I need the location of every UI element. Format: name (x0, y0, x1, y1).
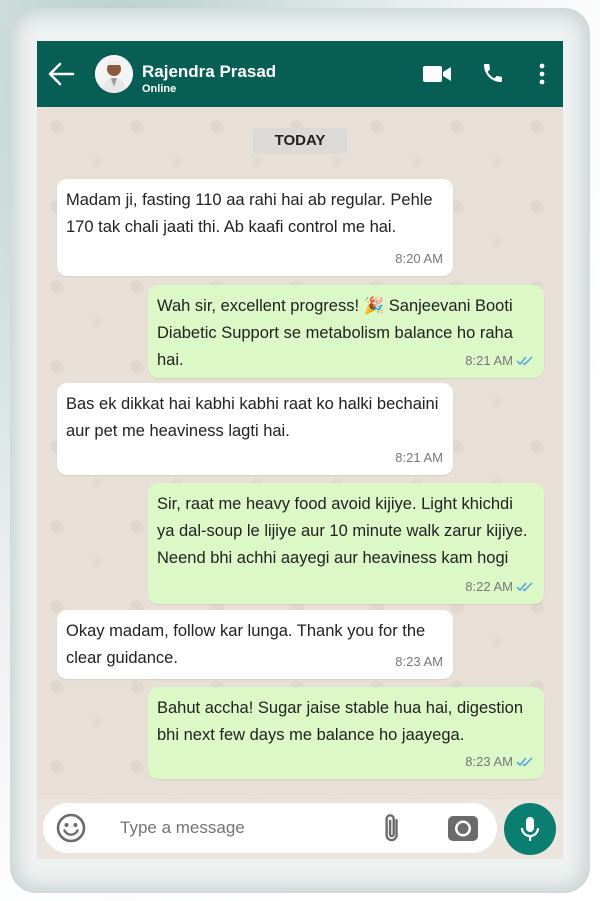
message-outgoing[interactable]: Sir, raat me heavy food avoid kijiye. Li… (148, 483, 544, 604)
message-text: Bas ek dikkat hai kabhi kabhi raat ko ha… (66, 395, 439, 440)
double-check-icon (516, 356, 533, 366)
message-time: 8:23 AM (465, 754, 513, 769)
message-outgoing[interactable]: Wah sir, excellent progress! 🎉 Sanjeevan… (148, 285, 544, 378)
message-incoming[interactable]: Okay madam, follow kar lunga. Thank you … (57, 610, 453, 679)
chat-window: Rajendra Prasad Online TODAY Madam ji, f… (37, 41, 563, 859)
message-text: Madam ji, fasting 110 aa rahi hai ab reg… (66, 191, 433, 236)
message-time: 8:22 AM (465, 579, 513, 594)
double-check-icon (516, 582, 533, 592)
avatar[interactable] (95, 55, 133, 93)
contact-status: Online (142, 83, 177, 95)
chat-header: Rajendra Prasad Online (37, 41, 563, 107)
paperclip-icon[interactable] (376, 811, 410, 845)
more-vertical-icon[interactable] (537, 62, 547, 86)
microphone-button[interactable] (504, 803, 556, 855)
microphone-icon (520, 817, 540, 841)
contact-name[interactable]: Rajendra Prasad (142, 62, 276, 82)
message-time: 8:21 AM (395, 450, 443, 465)
message-text: Bahut accha! Sugar jaise stable hua hai,… (157, 699, 523, 744)
message-time: 8:20 AM (395, 251, 443, 266)
message-outgoing[interactable]: Bahut accha! Sugar jaise stable hua hai,… (148, 687, 544, 779)
message-text: Wah sir, excellent progress! 🎉 Sanjeevan… (157, 297, 513, 369)
message-list[interactable]: TODAY Madam ji, fasting 110 aa rahi hai … (37, 107, 563, 799)
message-text: Okay madam, follow kar lunga. Thank you … (66, 622, 426, 667)
date-separator: TODAY (253, 128, 347, 154)
message-time: 8:23 AM (395, 654, 443, 669)
camera-icon[interactable] (447, 813, 479, 843)
message-text: Sir, raat me heavy food avoid kijiye. Li… (157, 495, 528, 567)
phone-icon[interactable] (481, 61, 505, 85)
message-input[interactable] (120, 818, 360, 838)
message-time: 8:21 AM (465, 353, 513, 368)
arrow-left-icon[interactable] (47, 61, 75, 87)
double-check-icon (516, 757, 533, 767)
emoji-icon[interactable] (55, 812, 87, 844)
video-camera-icon[interactable] (422, 63, 452, 85)
message-input-bar (43, 803, 497, 853)
message-incoming[interactable]: Bas ek dikkat hai kabhi kabhi raat ko ha… (57, 383, 453, 475)
message-incoming[interactable]: Madam ji, fasting 110 aa rahi hai ab reg… (57, 179, 453, 276)
